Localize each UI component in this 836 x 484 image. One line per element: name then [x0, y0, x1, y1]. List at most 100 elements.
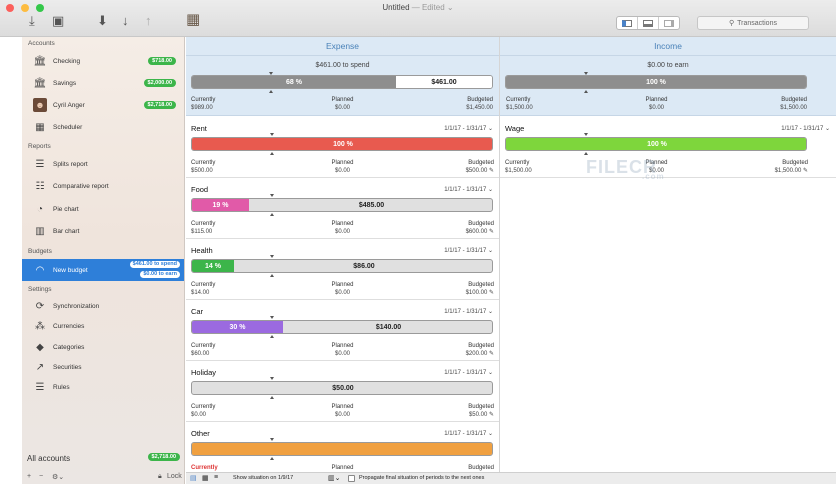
date-range-dropdown[interactable]: 1/1/17 - 1/31/17 ⌄: [444, 430, 493, 437]
move-down-icon[interactable]: ↓: [122, 13, 129, 29]
expense-header: Expense: [186, 37, 499, 56]
propagate-checkbox[interactable]: [348, 475, 355, 482]
search-icon: ⚲: [729, 20, 735, 27]
calendar-icon: ▦: [35, 121, 45, 133]
expense-category-rent[interactable]: Rent 1/1/17 - 1/31/17 ⌄ 100 % Currently $500…: [186, 117, 499, 178]
edit-pencil-icon[interactable]: ✎: [489, 229, 494, 235]
period-marker: [584, 133, 588, 136]
edit-pencil-icon[interactable]: ✎: [489, 168, 494, 174]
to-earn-badge: $0.00 to earn: [140, 271, 180, 278]
today-marker: [270, 152, 274, 155]
edit-pencil-icon[interactable]: ✎: [489, 290, 494, 296]
gear-icon[interactable]: ⚙⌄: [52, 473, 64, 481]
edit-pencil-icon[interactable]: ✎: [489, 351, 494, 357]
sidebar-item-categories[interactable]: ◆ Categories: [22, 337, 184, 357]
search-placeholder: Transactions: [737, 19, 777, 27]
date-picker-icon[interactable]: ▥⌄: [328, 474, 340, 482]
category-name: Other: [191, 429, 210, 438]
today-marker: [584, 152, 588, 155]
income-summary-panel: $0.00 to earn 100 % Currently $1,500.00 P…: [500, 56, 836, 116]
view-right-icon[interactable]: [659, 17, 679, 29]
tag-icon: ◆: [36, 341, 44, 353]
reports-header: Reports: [28, 143, 51, 150]
calculator-icon[interactable]: ▦: [186, 12, 200, 28]
budget-content: Expense $461.00 to spend 68 % $461.00 Cu…: [186, 37, 836, 483]
sidebar-item-bar-chart[interactable]: ▥ Bar chart: [22, 221, 184, 241]
category-budgeted: Budgeted $50.00 ✎: [468, 404, 494, 418]
settings-header: Settings: [28, 286, 52, 293]
pie-chart-icon: ◔: [36, 203, 44, 215]
expense-category-health[interactable]: Health 1/1/17 - 1/31/17 ⌄ 14 % $86.00 Curren…: [186, 239, 499, 300]
down-circle-icon[interactable]: ⬇: [97, 13, 108, 29]
setting-label: Currencies: [53, 322, 85, 330]
category-bar: 100 %: [505, 137, 807, 151]
expense-category-car[interactable]: Car 1/1/17 - 1/31/17 ⌄ 30 % $140.00 Currentl…: [186, 300, 499, 361]
date-range-dropdown[interactable]: 1/1/17 - 1/31/17 ⌄: [444, 247, 493, 254]
add-icon[interactable]: +: [27, 473, 31, 480]
gauge-icon: ◠: [35, 264, 45, 276]
edit-pencil-icon[interactable]: ✎: [489, 412, 494, 418]
sidebar-item-securities[interactable]: ↗ Securities: [22, 357, 184, 377]
date-range-dropdown[interactable]: 1/1/17 - 1/31/17 ⌄: [781, 125, 830, 132]
remove-icon[interactable]: −: [39, 473, 43, 480]
date-range-dropdown[interactable]: 1/1/17 - 1/31/17 ⌄: [444, 308, 493, 315]
sidebar-item-currencies[interactable]: ⁂ Currencies: [22, 316, 184, 336]
menu-icon[interactable]: ≡: [214, 474, 218, 481]
sidebar-item-splits-report[interactable]: ☰ Splits report: [22, 154, 184, 174]
sidebar-item-comparative-report[interactable]: ☷ Comparative report: [22, 176, 184, 196]
sidebar-item-savings[interactable]: 🏛 Savings $2,000.00: [22, 73, 184, 93]
sidebar-item-synchronization[interactable]: ⟳ Synchronization: [22, 296, 184, 316]
category-remaining: $50.00: [332, 384, 354, 392]
category-remaining: $485.00: [358, 201, 385, 209]
expense-category-holiday[interactable]: Holiday 1/1/17 - 1/31/17 ⌄ $50.00 Currently…: [186, 361, 499, 422]
view-mode-segmented-control[interactable]: [616, 16, 680, 30]
import-icon[interactable]: ⤓: [29, 13, 35, 29]
balance-badge: $2,000.00: [143, 79, 176, 87]
bank-icon: 🏛: [33, 55, 47, 67]
expense-total-remaining: $461.00: [396, 76, 492, 88]
move-up-icon[interactable]: ↑: [145, 13, 152, 29]
date-range-dropdown[interactable]: 1/1/17 - 1/31/17 ⌄: [444, 186, 493, 193]
today-marker: [270, 335, 274, 338]
lock-icon[interactable]: 🔒︎: [158, 473, 162, 481]
bank-icon: 🏛: [33, 77, 47, 89]
today-marker: [270, 396, 274, 399]
expense-summary-panel: $461.00 to spend 68 % $461.00 Currently $…: [186, 56, 499, 116]
calendar-view-icon[interactable]: ▦: [202, 474, 209, 482]
list-view-icon[interactable]: ▤: [190, 474, 197, 482]
avatar: ☻: [33, 98, 47, 112]
category-name: Health: [191, 246, 213, 255]
view-sidebar-icon[interactable]: [617, 17, 638, 29]
sidebar-item-new-budget[interactable]: ◠ New budget $461.00 to spend $0.00 to e…: [22, 259, 184, 281]
setting-label: Categories: [53, 343, 85, 351]
date-range-dropdown[interactable]: 1/1/17 - 1/31/17 ⌄: [444, 369, 493, 376]
balance-badge: $718.00: [148, 57, 176, 65]
category-bar: [191, 442, 493, 456]
income-category-wage[interactable]: Wage 1/1/17 - 1/31/17 ⌄ 100 % Currently $1,5…: [500, 117, 836, 178]
edit-pencil-icon[interactable]: ✎: [803, 168, 808, 174]
period-marker: [270, 194, 274, 197]
lock-label[interactable]: Lock: [167, 473, 182, 480]
all-accounts-label: All accounts: [27, 454, 71, 463]
date-range-dropdown[interactable]: 1/1/17 - 1/31/17 ⌄: [444, 125, 493, 132]
sidebar-item-checking[interactable]: 🏛 Checking $718.00: [22, 51, 184, 71]
search-field[interactable]: ⚲ Transactions: [697, 16, 809, 30]
status-bar: ▤ ▦ ≡ Show situation on 1/9/17 ▥⌄ Propag…: [186, 472, 836, 484]
view-bottom-icon[interactable]: [638, 17, 659, 29]
period-marker: [270, 133, 274, 136]
print-icon[interactable]: ▣: [52, 13, 64, 29]
sidebar-item-cyril-anger[interactable]: ☻ Cyril Anger $2,718.00: [22, 95, 184, 115]
expense-category-food[interactable]: Food 1/1/17 - 1/31/17 ⌄ 19 % $485.00 Current…: [186, 178, 499, 239]
category-budgeted: Budgeted: [468, 465, 494, 471]
sidebar-item-scheduler[interactable]: ▦ Scheduler: [22, 117, 184, 137]
income-total-bar: 100 %: [505, 75, 807, 89]
category-budgeted: Budgeted $600.00 ✎: [465, 221, 494, 235]
sidebar-item-pie-chart[interactable]: ◔ Pie chart: [22, 199, 184, 219]
sidebar-item-rules[interactable]: ☰ Rules: [22, 377, 184, 397]
period-marker: [270, 377, 274, 380]
report-label: Pie chart: [53, 205, 79, 213]
securities-icon: ↗: [35, 361, 45, 373]
balance-badge: $2,718.00: [143, 101, 176, 109]
income-budgeted: Budgeted $1,500.00: [780, 97, 807, 111]
to-spend-badge: $461.00 to spend: [129, 261, 180, 268]
